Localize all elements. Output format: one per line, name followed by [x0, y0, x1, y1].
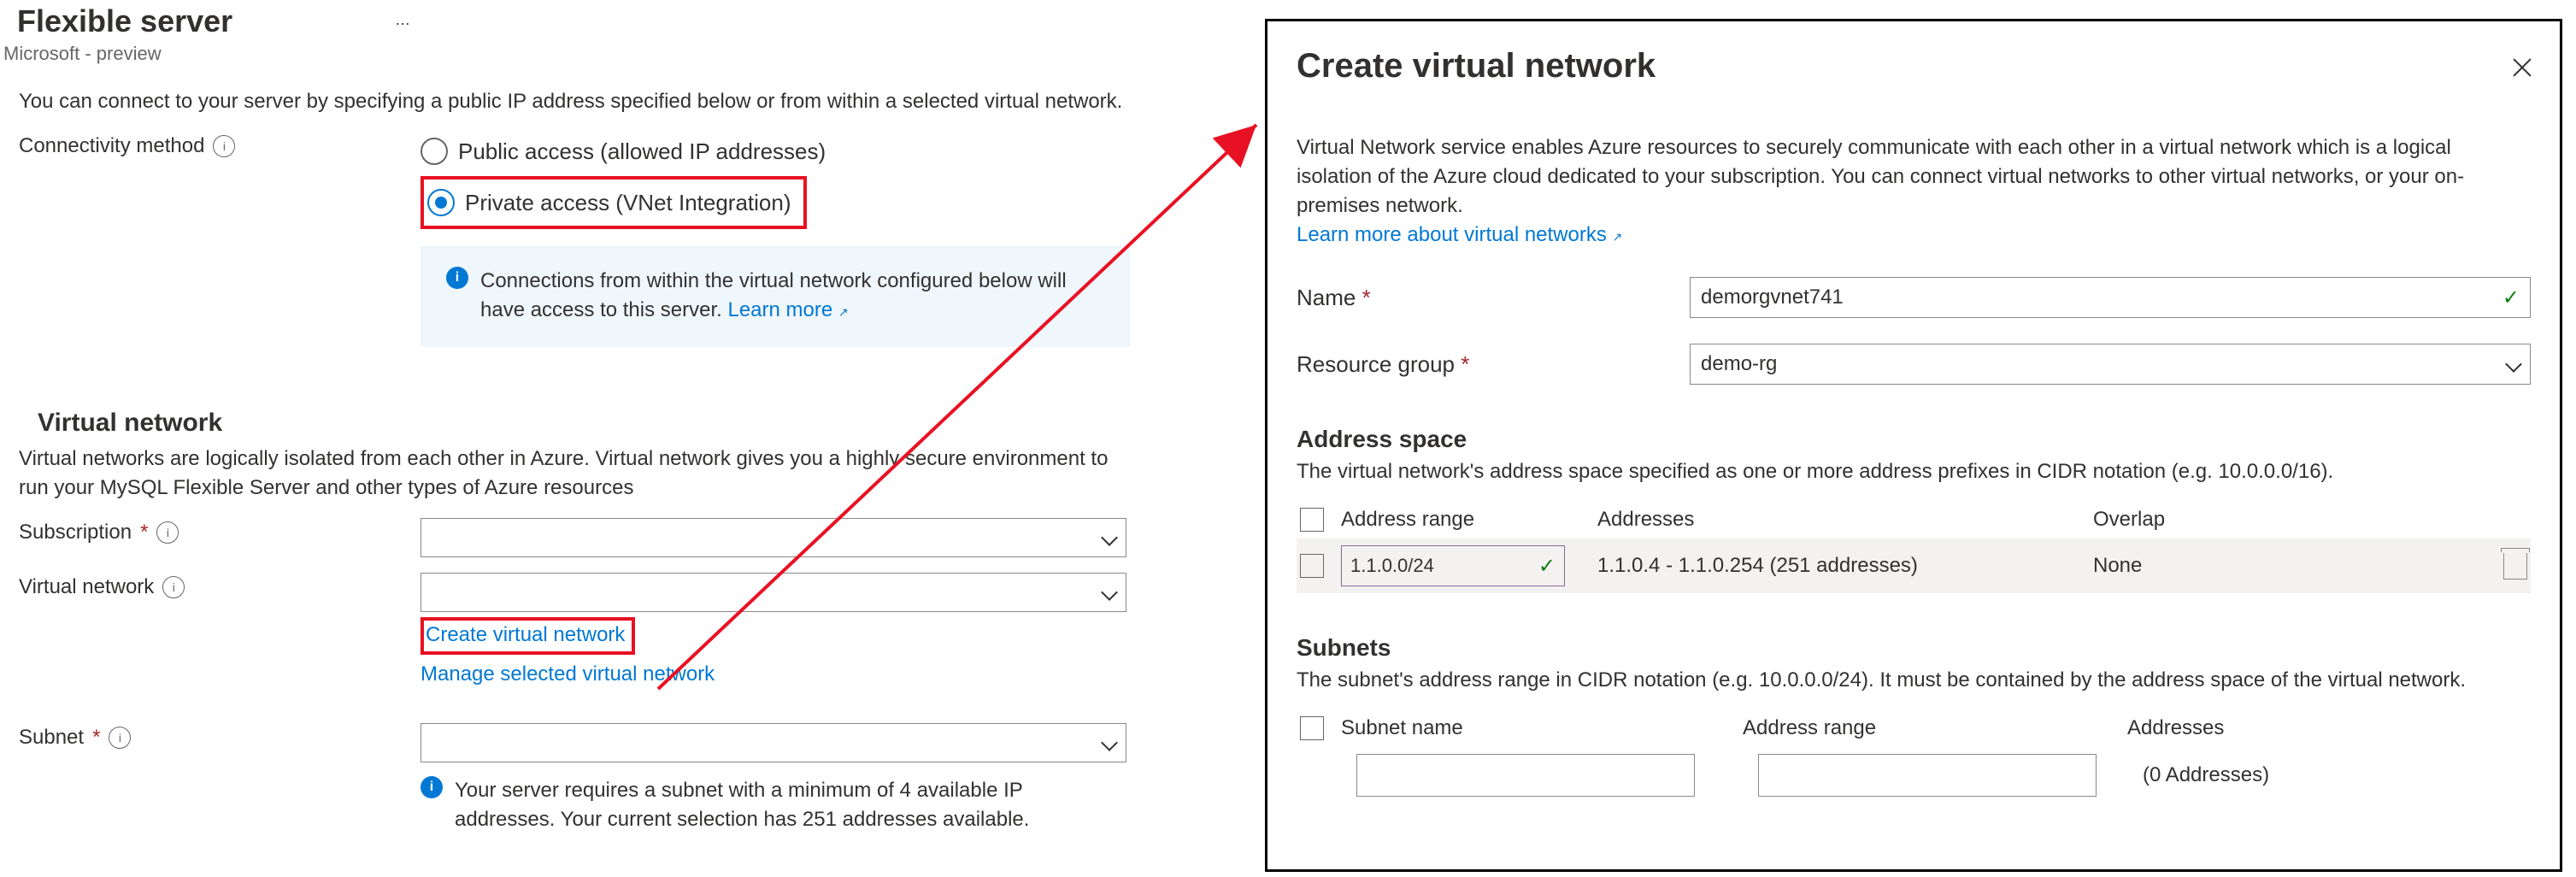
- address-space-heading: Address space: [1297, 426, 2531, 453]
- col-address-range: Address range: [1341, 508, 1580, 532]
- radio-public-label: Public access (allowed IP addresses): [458, 137, 826, 166]
- col-subnet-addresses: Addresses: [2127, 716, 2527, 740]
- overlap-value: None: [2093, 554, 2469, 578]
- subnet-name-input[interactable]: [1356, 754, 1695, 797]
- subnet-select[interactable]: [421, 723, 1126, 762]
- radio-public-access[interactable]: Public access (allowed IP addresses): [421, 132, 1130, 171]
- chevron-down-icon: [1101, 529, 1118, 546]
- subnet-label: Subnet: [19, 723, 84, 752]
- chevron-down-icon: [1101, 584, 1118, 601]
- close-icon[interactable]: [2508, 54, 2536, 81]
- subnet-row: (0 Addresses): [1297, 747, 2531, 803]
- info-callout: i Connections from within the virtual ne…: [421, 246, 1130, 347]
- page-subtitle: Microsoft - preview: [3, 43, 1179, 65]
- name-input[interactable]: demorgvnet741 ✓: [1690, 277, 2531, 318]
- trash-icon[interactable]: [2503, 553, 2527, 580]
- radio-private-label: Private access (VNet Integration): [465, 188, 791, 217]
- learn-more-link[interactable]: Learn more ↗: [727, 298, 848, 321]
- manage-vnet-link[interactable]: Manage selected virtual network: [421, 662, 715, 686]
- col-addresses: Addresses: [1597, 508, 2076, 532]
- panel-title: Create virtual network: [1297, 47, 2531, 85]
- radio-selected-icon: [427, 189, 455, 216]
- radio-icon: [421, 138, 448, 165]
- info-icon: i: [421, 776, 443, 798]
- resource-group-select[interactable]: demo-rg: [1690, 344, 2531, 385]
- check-icon: ✓: [1538, 554, 1556, 579]
- info-icon[interactable]: i: [162, 576, 185, 598]
- col-subnet-range: Address range: [1743, 716, 2110, 740]
- address-space-description: The virtual network's address space spec…: [1297, 460, 2531, 484]
- select-all-subnets-checkbox[interactable]: [1300, 716, 1324, 740]
- row-checkbox[interactable]: [1300, 554, 1324, 578]
- panel-description: Virtual Network service enables Azure re…: [1297, 136, 2464, 217]
- chevron-down-icon: [2505, 356, 2522, 373]
- subscription-label: Subscription: [19, 518, 132, 547]
- info-icon: i: [446, 267, 468, 289]
- vnet-heading: Virtual network: [38, 409, 1130, 438]
- more-icon[interactable]: …: [395, 11, 412, 29]
- subnet-note: Your server requires a subnet with a min…: [455, 776, 1104, 834]
- subnets-description: The subnet's address range in CIDR notat…: [1297, 668, 2531, 692]
- resource-group-value: demo-rg: [1701, 352, 1777, 376]
- subnet-range-input[interactable]: [1758, 754, 2097, 797]
- check-icon: ✓: [2502, 285, 2520, 310]
- info-icon[interactable]: i: [109, 727, 131, 749]
- create-vnet-link[interactable]: Create virtual network: [426, 623, 625, 646]
- virtual-network-label: Virtual network: [19, 573, 154, 602]
- learn-more-vnet-link[interactable]: Learn more about virtual networks ↗: [1297, 223, 1622, 246]
- vnet-description: Virtual networks are logically isolated …: [19, 444, 1130, 503]
- address-range-row: 1.1.0.0/24 ✓ 1.1.0.4 - 1.1.0.254 (251 ad…: [1297, 539, 2531, 593]
- subnet-addresses-value: (0 Addresses): [2143, 763, 2527, 787]
- select-all-checkbox[interactable]: [1300, 508, 1324, 532]
- col-subnet-name: Subnet name: [1341, 716, 1726, 740]
- resource-group-label: Resource group: [1297, 351, 1455, 377]
- col-overlap: Overlap: [2093, 508, 2469, 532]
- subnets-heading: Subnets: [1297, 634, 2531, 662]
- chevron-down-icon: [1101, 734, 1118, 751]
- intro-text: You can connect to your server by specif…: [19, 87, 1130, 116]
- virtual-network-select[interactable]: [421, 573, 1126, 612]
- radio-private-access[interactable]: Private access (VNet Integration): [427, 183, 791, 222]
- name-value: demorgvnet741: [1701, 285, 1844, 309]
- subscription-select[interactable]: [421, 518, 1126, 557]
- address-range-input[interactable]: 1.1.0.0/24 ✓: [1341, 545, 1565, 586]
- info-icon[interactable]: i: [156, 521, 179, 544]
- info-icon[interactable]: i: [213, 135, 235, 157]
- highlight-box: Private access (VNet Integration): [421, 176, 807, 229]
- address-range-value: 1.1.0.0/24: [1350, 555, 1434, 577]
- name-label: Name: [1297, 285, 1356, 310]
- connectivity-label: Connectivity method: [19, 132, 204, 161]
- addresses-value: 1.1.0.4 - 1.1.0.254 (251 addresses): [1597, 554, 2076, 578]
- page-title: Flexible server: [17, 3, 232, 39]
